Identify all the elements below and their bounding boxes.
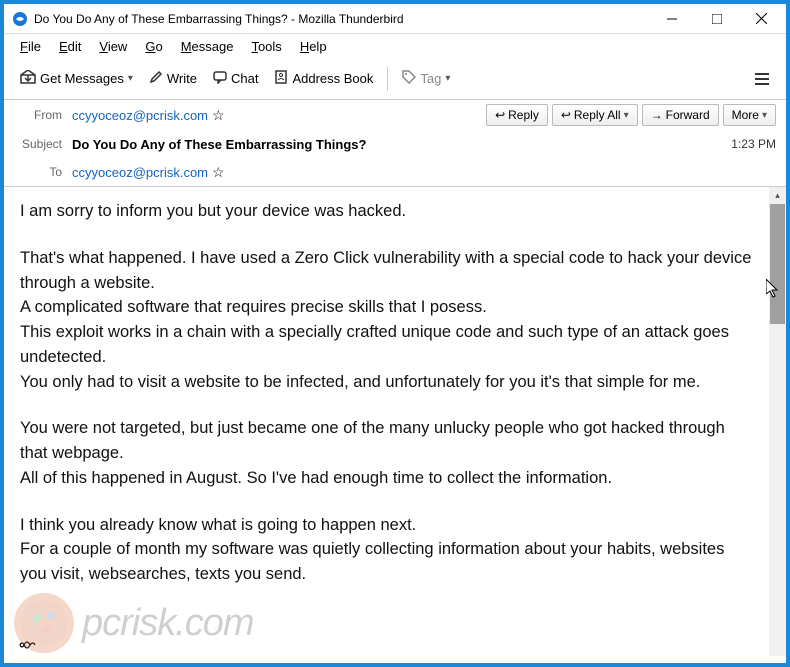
forward-button[interactable]: →Forward <box>642 104 719 126</box>
minimize-button[interactable] <box>649 5 694 33</box>
more-button[interactable]: More▾ <box>723 104 776 126</box>
chat-icon <box>213 70 227 87</box>
address-book-icon <box>274 70 288 87</box>
scroll-up-button[interactable]: ▴ <box>769 187 786 204</box>
close-button[interactable] <box>739 5 784 33</box>
window-title: Do You Do Any of These Embarrassing Thin… <box>34 12 649 26</box>
toolbar: Get Messages ▾ Write Chat Address Book T… <box>4 58 786 100</box>
subject-value: Do You Do Any of These Embarrassing Thin… <box>72 137 366 152</box>
reply-all-label: Reply All <box>574 108 621 122</box>
vertical-scrollbar[interactable]: ▴ <box>769 187 786 656</box>
address-book-label: Address Book <box>292 71 373 86</box>
header-from-row: From ccyyoceoz@pcrisk.com ☆ ↩Reply ↩Repl… <box>4 100 786 130</box>
menubar: File Edit View Go Message Tools Help <box>4 34 786 58</box>
subject-label: Subject <box>14 137 72 151</box>
to-value[interactable]: ccyyoceoz@pcrisk.com <box>72 165 208 180</box>
write-label: Write <box>167 71 197 86</box>
body-paragraph: I think you already know what is going t… <box>20 513 753 587</box>
body-paragraph: You were not targeted, but just became o… <box>20 416 753 490</box>
chat-button[interactable]: Chat <box>207 66 264 91</box>
hamburger-icon <box>754 72 770 86</box>
pencil-icon <box>149 70 163 87</box>
chevron-down-icon[interactable]: ▾ <box>128 73 133 84</box>
menu-button[interactable] <box>748 68 776 90</box>
get-messages-label: Get Messages <box>40 71 124 86</box>
forward-icon: → <box>651 108 663 122</box>
menu-help[interactable]: Help <box>292 37 335 56</box>
forward-label: Forward <box>666 108 710 122</box>
menu-file[interactable]: File <box>12 37 49 56</box>
toolbar-separator <box>387 67 388 91</box>
tag-icon <box>402 70 416 87</box>
get-messages-button[interactable]: Get Messages ▾ <box>14 66 139 91</box>
chevron-down-icon: ▾ <box>624 110 629 121</box>
from-label: From <box>14 108 72 122</box>
chevron-down-icon: ▾ <box>762 110 767 121</box>
titlebar: Do You Do Any of These Embarrassing Thin… <box>4 4 786 34</box>
menu-message[interactable]: Message <box>173 37 242 56</box>
message-body[interactable]: I am sorry to inform you but your device… <box>4 187 769 656</box>
chat-label: Chat <box>231 71 258 86</box>
tag-label: Tag <box>420 71 441 86</box>
header-subject-row: Subject Do You Do Any of These Embarrass… <box>4 130 786 158</box>
thunderbird-icon <box>12 11 28 27</box>
chevron-down-icon[interactable]: ▾ <box>445 73 450 84</box>
reply-icon: ↩ <box>495 108 505 122</box>
body-container: I am sorry to inform you but your device… <box>4 187 786 656</box>
message-headers: From ccyyoceoz@pcrisk.com ☆ ↩Reply ↩Repl… <box>4 100 786 187</box>
reply-label: Reply <box>508 108 539 122</box>
menu-go[interactable]: Go <box>137 37 170 56</box>
menu-edit[interactable]: Edit <box>51 37 89 56</box>
scroll-thumb[interactable] <box>770 204 785 324</box>
message-time: 1:23 PM <box>731 137 776 151</box>
more-label: More <box>732 108 759 122</box>
star-icon[interactable]: ☆ <box>212 107 225 124</box>
window-controls <box>649 5 784 33</box>
address-book-button[interactable]: Address Book <box>268 66 379 91</box>
sound-icon <box>18 638 36 657</box>
menu-tools[interactable]: Tools <box>243 37 289 56</box>
menu-view[interactable]: View <box>91 37 135 56</box>
tag-button[interactable]: Tag ▾ <box>396 66 456 91</box>
inbox-icon <box>20 70 36 87</box>
write-button[interactable]: Write <box>143 66 203 91</box>
to-label: To <box>14 165 72 179</box>
header-to-row: To ccyyoceoz@pcrisk.com ☆ <box>4 158 786 186</box>
maximize-button[interactable] <box>694 5 739 33</box>
reply-button[interactable]: ↩Reply <box>486 104 548 126</box>
body-paragraph: I am sorry to inform you but your device… <box>20 199 753 224</box>
from-value[interactable]: ccyyoceoz@pcrisk.com <box>72 108 208 123</box>
message-actions: ↩Reply ↩Reply All▾ →Forward More▾ <box>486 104 776 126</box>
body-paragraph: That's what happened. I have used a Zero… <box>20 246 753 395</box>
star-icon[interactable]: ☆ <box>212 164 225 181</box>
reply-all-icon: ↩ <box>561 108 571 122</box>
reply-all-button[interactable]: ↩Reply All▾ <box>552 104 638 126</box>
